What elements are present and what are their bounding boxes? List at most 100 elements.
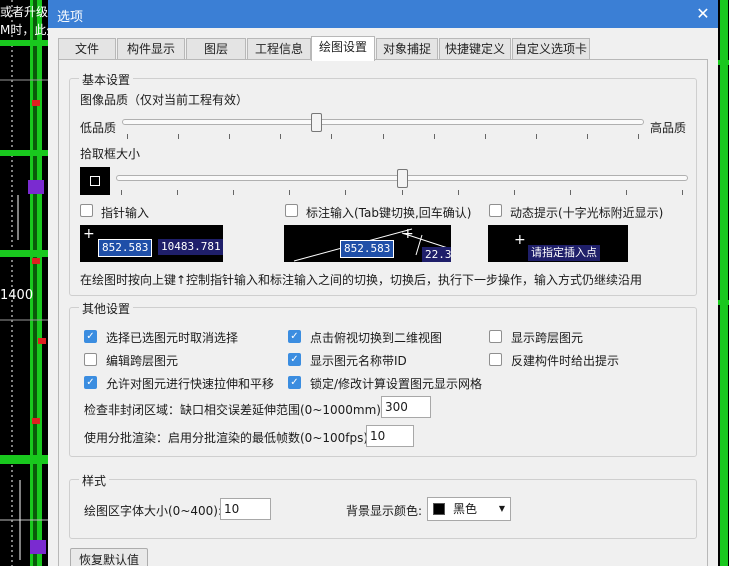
reverse-build-prompt-label: 反建构件时给出提示 bbox=[511, 354, 620, 368]
restore-defaults-button[interactable]: 恢复默认值 bbox=[70, 548, 148, 566]
slider-tick bbox=[289, 190, 290, 195]
slider-thumb[interactable] bbox=[397, 169, 408, 188]
basic-settings-legend: 基本设置 bbox=[79, 71, 134, 88]
show-name-id-checkbox[interactable]: ✓ bbox=[288, 353, 301, 366]
slider-track bbox=[122, 119, 644, 125]
tab-project-info[interactable]: 工程信息 bbox=[247, 38, 311, 60]
deselect-selected-label: 选择已选图元时取消选择 bbox=[106, 331, 239, 345]
chevron-down-icon: ▼ bbox=[498, 504, 505, 513]
slider-tick bbox=[682, 190, 683, 195]
tab-custom-options[interactable]: 自定义选项卡 bbox=[512, 38, 590, 60]
dimension-input-checkbox[interactable] bbox=[285, 204, 298, 217]
font-size-label: 绘图区字体大小(0~400): bbox=[84, 504, 223, 518]
dynamic-prompt-checkbox[interactable] bbox=[489, 204, 502, 217]
slider-tick bbox=[177, 190, 178, 195]
high-quality-label: 高品质 bbox=[650, 121, 687, 135]
title-bar[interactable]: 选项 ✕ bbox=[48, 0, 718, 28]
slider-tick bbox=[570, 190, 571, 195]
lock-modify-grid-checkbox[interactable]: ✓ bbox=[288, 376, 301, 389]
slider-tick bbox=[331, 134, 332, 139]
low-quality-label: 低品质 bbox=[80, 121, 117, 135]
batch-render-label: 使用分批渲染：启用分批渲染的最低帧数(0~100fps): bbox=[84, 431, 373, 445]
batch-render-fps-input[interactable]: 10 bbox=[366, 425, 414, 447]
slider-tick bbox=[587, 134, 588, 139]
slider-tick bbox=[458, 190, 459, 195]
options-dialog: 选项 ✕ 文件 构件显示 图层 工程信息 绘图设置 对象捕捉 快捷键定义 自定义… bbox=[48, 0, 718, 566]
crosshair-icon: + bbox=[402, 226, 414, 242]
slider-tick bbox=[229, 134, 230, 139]
image-quality-slider[interactable] bbox=[122, 113, 644, 143]
basic-settings-group: 基本设置 图像品质（仅对当前工程有效） 低品质 高品质 拾取框大小 指针输入 标… bbox=[69, 71, 697, 296]
show-cross-layer-checkbox[interactable] bbox=[489, 330, 502, 343]
slider-tick bbox=[485, 134, 486, 139]
edit-cross-layer-checkbox[interactable] bbox=[84, 353, 97, 366]
slider-tick bbox=[127, 134, 128, 139]
slider-tick bbox=[514, 190, 515, 195]
crosshair-icon: + bbox=[514, 232, 526, 248]
crosshair-icon: + bbox=[83, 226, 95, 242]
style-legend: 样式 bbox=[79, 472, 110, 489]
slider-tick bbox=[638, 134, 639, 139]
tab-drawing-settings[interactable]: 绘图设置 bbox=[311, 36, 375, 61]
slider-tick bbox=[121, 190, 122, 195]
cad-text: 或者升级 bbox=[0, 5, 49, 19]
preview-length-field: 852.583 bbox=[340, 240, 395, 258]
show-cross-layer-label: 显示跨层图元 bbox=[511, 331, 584, 345]
reverse-build-prompt-checkbox[interactable] bbox=[489, 353, 502, 366]
pickbox-preview bbox=[80, 167, 110, 195]
other-settings-group: 其他设置 ✓ 选择已选图元时取消选择 ✓ 点击俯视切换到二维视图 显示跨层图元 … bbox=[69, 300, 697, 457]
preview-coordinate-x: 852.583 bbox=[98, 239, 153, 257]
lock-modify-grid-label: 锁定/修改计算设置图元显示网格 bbox=[310, 377, 483, 391]
style-group: 样式 绘图区字体大小(0~400): 10 背景显示颜色: 黑色 ▼ bbox=[69, 472, 697, 539]
check-open-region-label: 检查非封闭区域：缺口相交误差延伸范围(0~1000mm): bbox=[84, 403, 386, 417]
input-switch-note: 在绘图时按向上键↑控制指针输入和标注输入之间的切换，切换后，执行下一步操作，输入… bbox=[80, 273, 643, 287]
slider-tick bbox=[626, 190, 627, 195]
edit-cross-layer-label: 编辑跨层图元 bbox=[106, 354, 179, 368]
cad-drawing bbox=[0, 0, 48, 566]
dimension-input-label: 标注输入(Tab键切换,回车确认) bbox=[306, 206, 472, 220]
slider-tick bbox=[233, 190, 234, 195]
slider-tick bbox=[536, 134, 537, 139]
slider-tick bbox=[178, 134, 179, 139]
dynamic-prompt-preview: + 请指定插入点 bbox=[488, 225, 628, 262]
tab-bar: 文件 构件显示 图层 工程信息 绘图设置 对象捕捉 快捷键定义 自定义选项卡 bbox=[58, 36, 708, 61]
slider-tick bbox=[383, 134, 384, 139]
pointer-input-label: 指针输入 bbox=[101, 206, 150, 220]
tab-object-snap[interactable]: 对象捕捉 bbox=[376, 38, 438, 60]
color-swatch-icon bbox=[433, 503, 445, 515]
slider-tick bbox=[345, 190, 346, 195]
slider-tick bbox=[280, 134, 281, 139]
slider-tick bbox=[402, 190, 403, 195]
deselect-selected-checkbox[interactable]: ✓ bbox=[84, 330, 97, 343]
other-settings-legend: 其他设置 bbox=[79, 300, 134, 317]
tab-shortcut-keys[interactable]: 快捷键定义 bbox=[439, 38, 511, 60]
tab-layers[interactable]: 图层 bbox=[186, 38, 246, 60]
bg-color-label: 背景显示颜色: bbox=[346, 504, 423, 518]
dimension-input-preview: + 852.583 22.3 bbox=[284, 225, 451, 262]
dynamic-prompt-label: 动态提示(十字光标附近显示) bbox=[510, 206, 664, 220]
gap-extend-range-input[interactable]: 300 bbox=[381, 396, 431, 418]
bg-color-select[interactable]: 黑色 ▼ bbox=[427, 497, 511, 521]
slider-thumb[interactable] bbox=[311, 113, 322, 132]
pointer-input-preview: + 852.583 10483.781 bbox=[80, 225, 223, 262]
pickbox-size-slider[interactable] bbox=[116, 169, 688, 199]
tab-file[interactable]: 文件 bbox=[58, 38, 116, 60]
pickbox-size-label: 拾取框大小 bbox=[80, 147, 141, 161]
topview-2d-checkbox[interactable]: ✓ bbox=[288, 330, 301, 343]
image-quality-label: 图像品质（仅对当前工程有效） bbox=[80, 93, 249, 107]
cad-drawing-right bbox=[718, 0, 729, 566]
quick-stretch-move-checkbox[interactable]: ✓ bbox=[84, 376, 97, 389]
preview-prompt-text: 请指定插入点 bbox=[528, 245, 600, 261]
cad-dimension-text: 1400 bbox=[0, 288, 34, 303]
slider-tick bbox=[434, 134, 435, 139]
dialog-title: 选项 bbox=[57, 10, 84, 25]
quick-stretch-move-label: 允许对图元进行快速拉伸和平移 bbox=[106, 377, 275, 391]
show-name-id-label: 显示图元名称带ID bbox=[310, 354, 407, 368]
pointer-input-checkbox[interactable] bbox=[80, 204, 93, 217]
pickbox-square-icon bbox=[90, 176, 100, 186]
font-size-input[interactable]: 10 bbox=[220, 498, 271, 520]
preview-coordinate-y: 10483.781 bbox=[158, 239, 223, 255]
close-icon[interactable]: ✕ bbox=[692, 3, 714, 25]
bg-color-value: 黑色 bbox=[453, 502, 478, 516]
tab-component-display[interactable]: 构件显示 bbox=[117, 38, 185, 60]
